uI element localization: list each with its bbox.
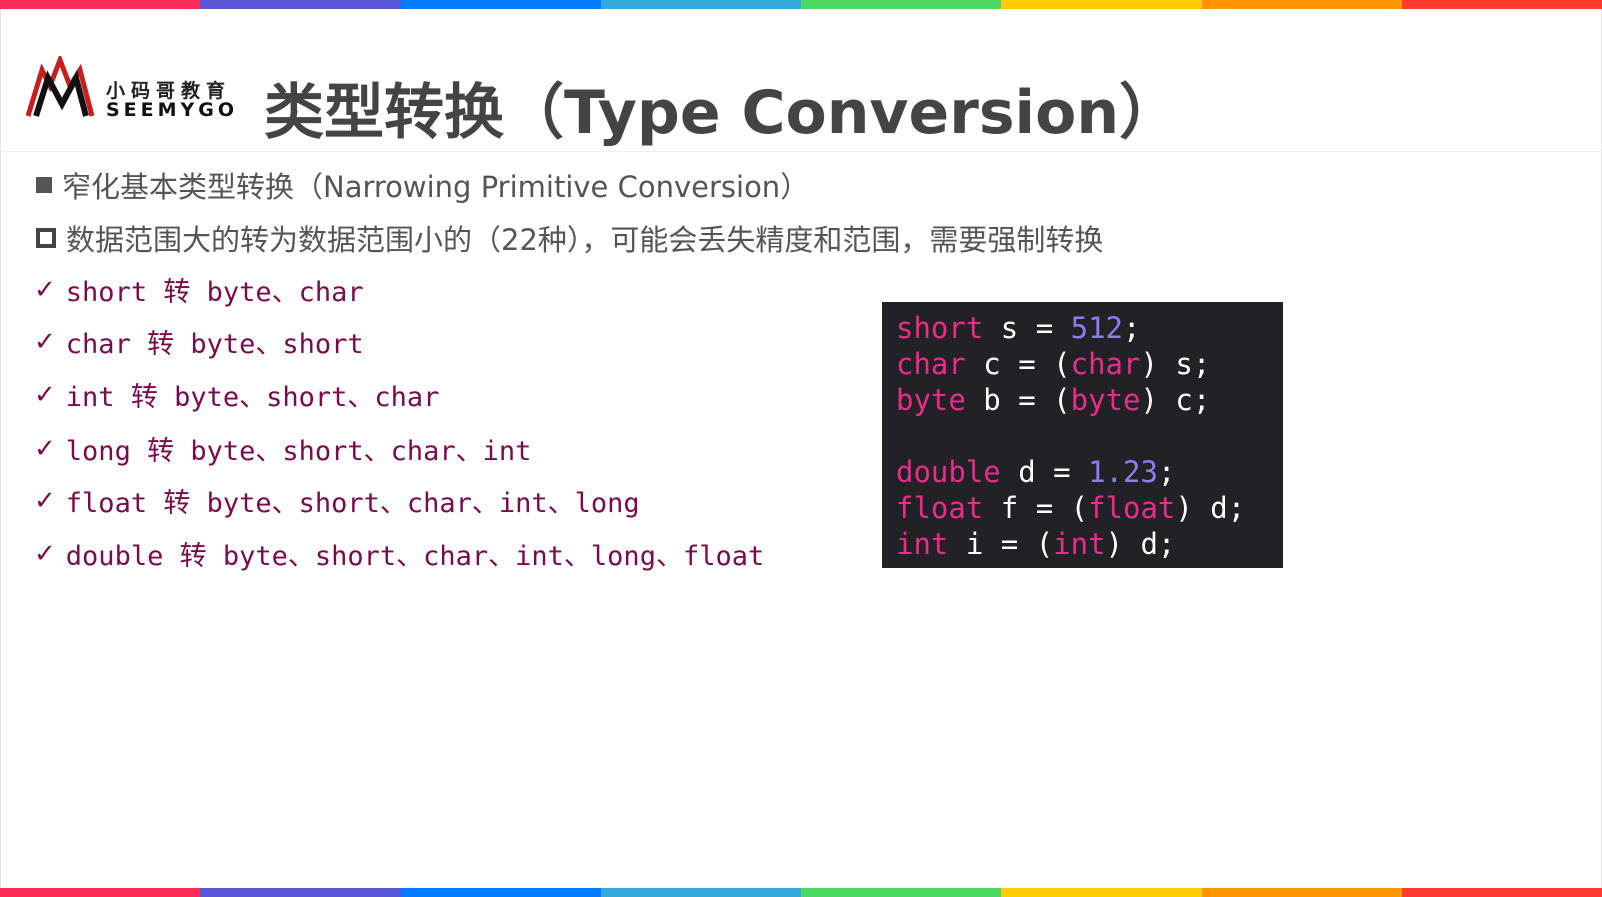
bullet-2: 数据范围大的转为数据范围小的（22种），可能会丢失精度和范围，需要强制转换	[36, 217, 1103, 259]
rainbow-segment	[400, 888, 601, 897]
checkmark-icon: ✓	[34, 433, 56, 464]
code-token: c = (	[965, 347, 1071, 381]
check-text: char 转 byte、short	[65, 329, 364, 360]
rainbow-segment	[400, 0, 601, 9]
rainbow-segment	[1201, 0, 1402, 9]
check-text: int 转 byte、short、char	[65, 382, 440, 413]
code-token: short	[896, 311, 984, 345]
code-line: byte b = (byte) c;	[896, 382, 1283, 418]
logo: 小码哥教育 SEEMYGO	[25, 53, 239, 122]
code-token: b = (	[965, 383, 1071, 417]
checkmark-icon: ✓	[34, 538, 56, 569]
checkmark-icon: ✓	[34, 485, 56, 516]
rainbow-segment	[801, 0, 1002, 9]
code-line: char c = (char) s;	[896, 346, 1283, 382]
rainbow-segment	[1401, 888, 1602, 897]
check-item: ✓ long 转 byte、short、char、int	[34, 429, 531, 468]
bullet-text: 数据范围大的转为数据范围小的（22种），可能会丢失精度和范围，需要强制转换	[66, 223, 1104, 257]
code-token: 512	[1070, 311, 1124, 345]
code-token: ) d;	[1175, 491, 1246, 525]
rainbow-segment	[600, 0, 801, 9]
rainbow-bar-bottom	[0, 888, 1602, 897]
check-item: ✓ double 转 byte、short、char、int、long、float	[34, 534, 764, 573]
code-token: ) d;	[1105, 527, 1176, 561]
rainbow-bar-top	[0, 0, 1602, 9]
check-text: float 转 byte、short、char、int、long	[65, 488, 640, 519]
rainbow-segment	[0, 888, 201, 897]
rainbow-segment	[0, 0, 201, 9]
code-block: short s = 512; char c = (char) s; byte b =…	[882, 302, 1283, 568]
code-token: i = (	[948, 527, 1054, 561]
rainbow-segment	[801, 888, 1002, 897]
code-token: ;	[1157, 455, 1176, 489]
rainbow-segment	[1001, 888, 1202, 897]
rainbow-segment	[1001, 0, 1202, 9]
hollow-square-bullet-icon	[36, 228, 56, 248]
code-token: byte	[1070, 383, 1141, 417]
checkmark-icon: ✓	[34, 326, 56, 357]
checkmark-icon: ✓	[34, 274, 56, 305]
code-token: ) s;	[1140, 347, 1211, 381]
check-text: short 转 byte、char	[65, 277, 364, 308]
code-token: char	[896, 347, 966, 381]
rainbow-segment	[1201, 888, 1402, 897]
code-token: ;	[1123, 311, 1141, 345]
check-item: ✓ char 转 byte、short	[34, 322, 364, 361]
bullet-1: 窄化基本类型转换（Narrowing Primitive Conversion）	[36, 164, 809, 206]
rainbow-segment	[200, 0, 401, 9]
code-token: byte	[896, 383, 966, 417]
check-text: long 转 byte、short、char、int	[65, 436, 532, 467]
code-line: int i = (int) d;	[896, 526, 1283, 562]
code-line: float f = (float) d;	[896, 490, 1283, 526]
checkmark-icon: ✓	[34, 379, 56, 410]
slide-title: 类型转换（Type Conversion）	[264, 78, 1180, 148]
code-token: ) c;	[1140, 383, 1211, 417]
code-token: float	[896, 491, 984, 525]
code-token: s =	[983, 311, 1071, 345]
code-token: int	[896, 527, 949, 561]
rainbow-segment	[200, 888, 401, 897]
rainbow-segment	[1401, 0, 1602, 9]
check-item: ✓ short 转 byte、char	[34, 270, 364, 309]
code-line: double d = 1.23;	[896, 454, 1283, 490]
check-item: ✓ int 转 byte、short、char	[34, 375, 439, 414]
code-token: double	[896, 455, 1001, 489]
code-line: short s = 512;	[896, 310, 1283, 346]
code-token: 1.23	[1088, 455, 1158, 489]
logo-mark-icon	[25, 53, 95, 117]
code-token: int	[1053, 527, 1106, 561]
logo-text-en: SEEMYGO	[106, 99, 239, 121]
check-text: double 转 byte、short、char、int、long、float	[65, 541, 765, 572]
code-token: d =	[1000, 455, 1089, 489]
filled-square-bullet-icon	[36, 177, 52, 193]
code-token: f = (	[983, 491, 1089, 525]
check-item: ✓ float 转 byte、short、char、int、long	[34, 481, 640, 520]
bullet-text: 窄化基本类型转换（Narrowing Primitive Conversion）	[62, 170, 810, 204]
title-divider	[0, 151, 1602, 152]
rainbow-segment	[600, 888, 801, 897]
code-token: char	[1070, 347, 1141, 381]
code-token: float	[1088, 491, 1176, 525]
